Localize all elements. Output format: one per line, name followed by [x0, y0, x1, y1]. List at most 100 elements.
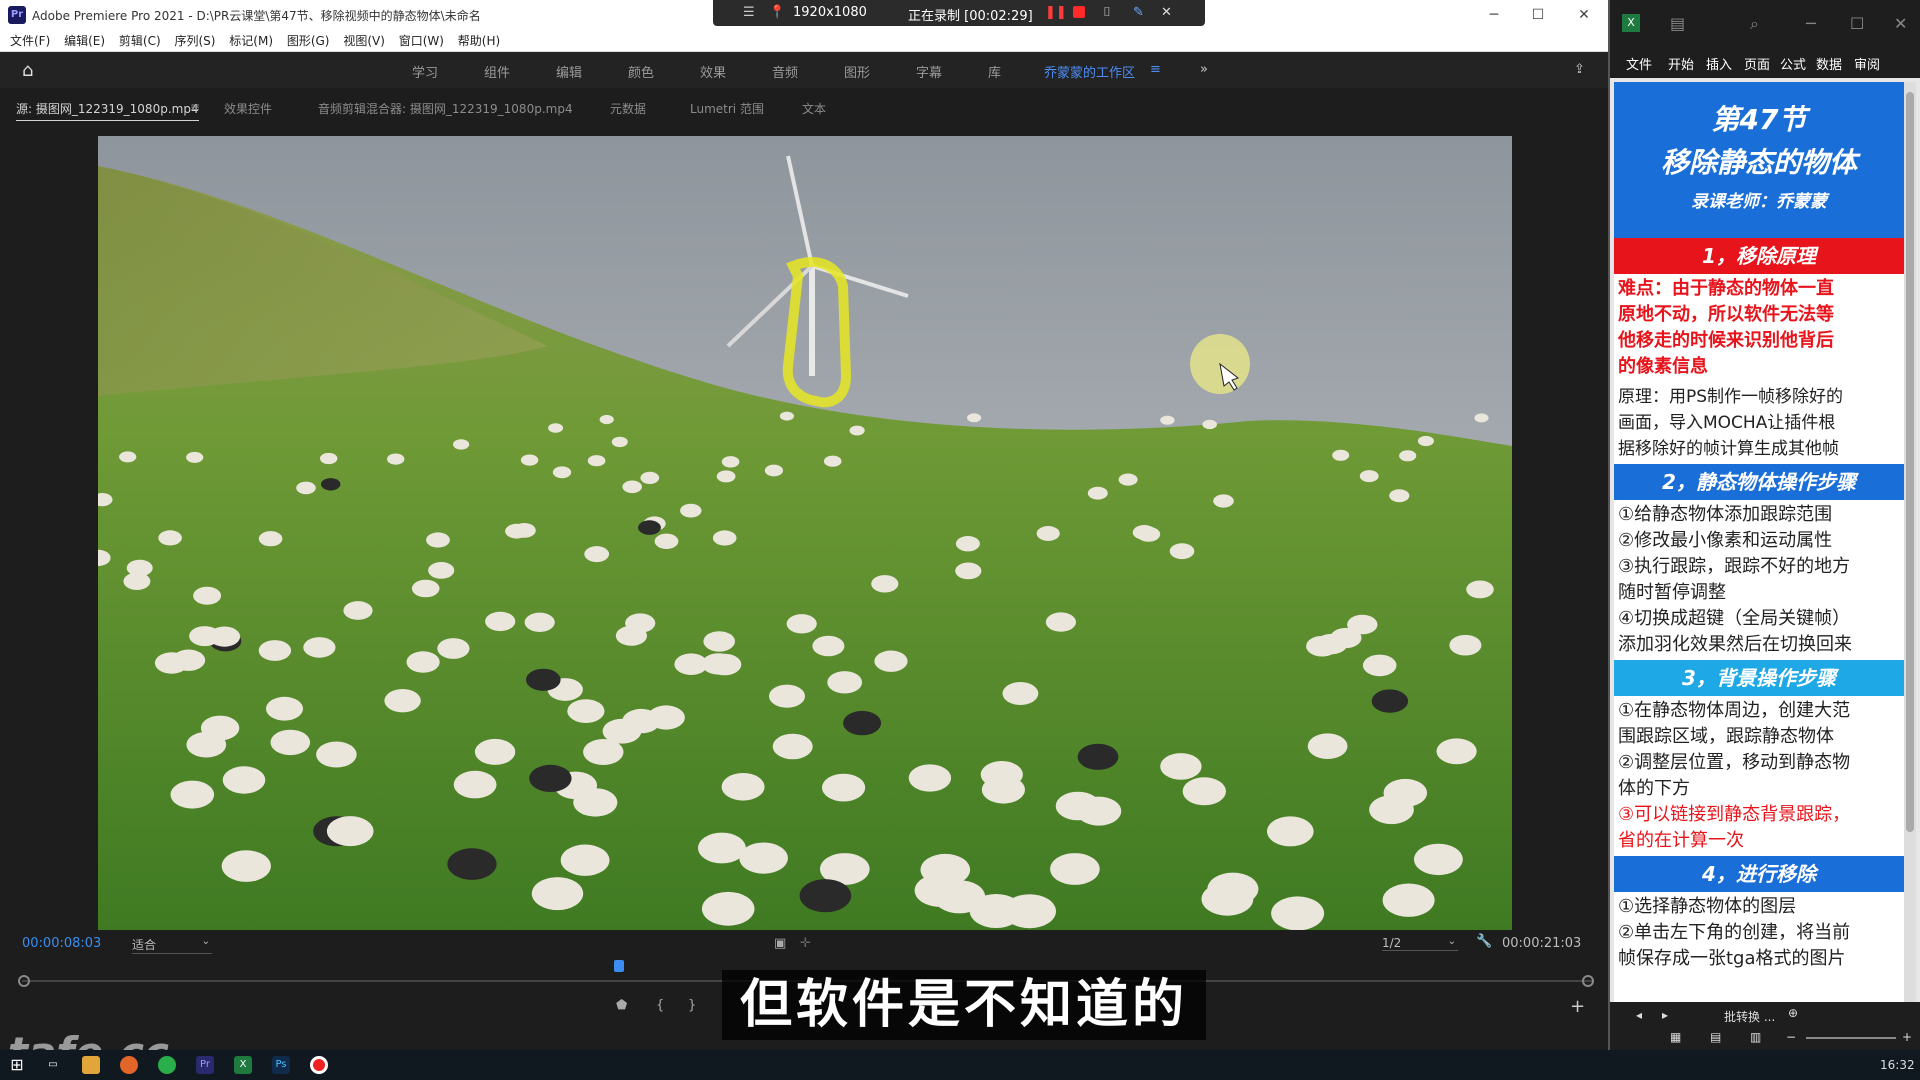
tab-effect-controls[interactable]: 效果控件	[224, 100, 272, 117]
pause-icon[interactable]: ❚❚	[1045, 5, 1067, 20]
ribbon-formula[interactable]: 公式	[1780, 54, 1806, 73]
move-icon[interactable]: ✛	[800, 936, 811, 951]
share-icon[interactable]: ⇪	[1574, 62, 1585, 77]
button-editor-icon[interactable]: +	[1570, 996, 1585, 1017]
recorder-pin-icon[interactable]: 📍	[769, 5, 785, 20]
add-marker-icon[interactable]: ⬟	[616, 998, 627, 1013]
save-icon[interactable]: ▤	[1670, 14, 1685, 33]
menu-view[interactable]: 视图(V)	[343, 30, 385, 52]
workspace-audio[interactable]: 音频	[772, 62, 798, 81]
scrollbar-thumb[interactable]	[1906, 92, 1914, 832]
maximize-icon[interactable]: ☐	[1850, 14, 1864, 33]
minimize-icon[interactable]: ─	[1806, 14, 1816, 33]
workspace-editing[interactable]: 编辑	[556, 62, 582, 81]
sheep	[1182, 777, 1227, 806]
safe-margins-icon[interactable]: ▣	[774, 936, 786, 951]
ribbon-page[interactable]: 页面	[1744, 54, 1770, 73]
resolution-dropdown[interactable]: 1/2 ⌄	[1382, 936, 1458, 951]
workspace-color[interactable]: 颜色	[628, 62, 654, 81]
sheep	[827, 671, 863, 694]
tab-audio-clip-mixer[interactable]: 音频剪辑混合器: 摄图网_122319_1080p.mp4	[318, 100, 573, 117]
workspace-custom[interactable]: 乔蒙蒙的工作区	[1044, 62, 1135, 81]
wechat-icon[interactable]	[158, 1056, 176, 1074]
ribbon-data[interactable]: 数据	[1816, 54, 1842, 73]
menu-help[interactable]: 帮助(H)	[458, 30, 500, 52]
mark-in-icon[interactable]: {	[656, 998, 664, 1013]
sheep	[764, 464, 784, 477]
menu-clip[interactable]: 剪辑(C)	[119, 30, 161, 52]
minimize-icon[interactable]: ─	[1480, 4, 1508, 26]
add-sheet-icon[interactable]: ⊕	[1788, 1006, 1798, 1020]
recorder-taskbar-icon[interactable]	[310, 1056, 328, 1074]
sheet-prev-icon[interactable]: ◂	[1636, 1008, 1642, 1022]
tab-lumetri-scopes[interactable]: Lumetri 范围	[690, 100, 764, 117]
fit-dropdown[interactable]: 适合 ⌄	[132, 936, 212, 954]
menu-window[interactable]: 窗口(W)	[399, 30, 444, 52]
zoom-in-icon[interactable]: +	[1902, 1030, 1912, 1044]
pen-icon[interactable]: ✎	[1133, 5, 1144, 20]
camera-icon[interactable]: ⌷	[1103, 5, 1111, 20]
recorder-menu-icon[interactable]: ☰	[743, 5, 755, 20]
current-timecode[interactable]: 00:00:08:03	[22, 936, 101, 951]
text-line: ②修改最小像素和运动属性	[1618, 530, 1833, 551]
workspace-learn[interactable]: 学习	[412, 62, 438, 81]
sheep	[611, 436, 628, 448]
lesson-number: 第47节	[1711, 103, 1807, 136]
workspace-graphics[interactable]: 图形	[844, 62, 870, 81]
normal-view-icon[interactable]: ▦	[1670, 1030, 1681, 1044]
recorder-close-icon[interactable]: ✕	[1161, 5, 1172, 20]
tab-source-menu-icon[interactable]: ≡	[190, 100, 200, 114]
sheet-tab[interactable]: 批转换 ...	[1724, 1008, 1775, 1025]
mark-out-icon[interactable]: }	[688, 998, 696, 1013]
menu-edit[interactable]: 编辑(E)	[64, 30, 105, 52]
program-monitor-video[interactable]	[98, 136, 1512, 930]
zoom-handle-left[interactable]	[18, 975, 30, 987]
system-clock: 16:32	[1880, 1058, 1915, 1072]
tab-metadata[interactable]: 元数据	[610, 100, 646, 117]
ribbon-review[interactable]: 审阅	[1854, 54, 1880, 73]
sheep	[384, 689, 421, 713]
firefox-icon[interactable]	[120, 1056, 138, 1074]
tab-text[interactable]: 文本	[802, 100, 826, 117]
ribbon-insert[interactable]: 插入	[1706, 54, 1732, 73]
close-icon[interactable]: ✕	[1894, 14, 1907, 33]
ribbon-home[interactable]: 开始	[1668, 54, 1694, 73]
workspace-assembly[interactable]: 组件	[484, 62, 510, 81]
zoom-handle-right[interactable]	[1582, 975, 1594, 987]
lesson-title: 移除静态的物体	[1660, 146, 1857, 179]
windows-start-icon[interactable]: ⊞	[8, 1056, 26, 1074]
page-layout-icon[interactable]: ▤	[1710, 1030, 1721, 1044]
tab-source[interactable]: 源: 摄图网_122319_1080p.mp4	[16, 100, 199, 121]
workspace-effects[interactable]: 效果	[700, 62, 726, 81]
excel-vertical-scrollbar[interactable]	[1904, 82, 1916, 1002]
excel-sheet[interactable]: 第47节 移除静态的物体 录课老师：乔蒙蒙 1，移除原理 难点：由于静态的物体一…	[1614, 82, 1904, 1002]
stop-icon[interactable]	[1073, 6, 1085, 18]
home-icon[interactable]: ⌂	[22, 60, 33, 81]
workspace-menu-icon[interactable]: ≡	[1150, 62, 1161, 77]
task-view-icon[interactable]: ▭	[44, 1056, 62, 1074]
page-break-icon[interactable]: ▥	[1750, 1030, 1761, 1044]
playhead[interactable]	[614, 960, 624, 972]
sheep	[406, 651, 440, 673]
wrench-icon[interactable]: 🔧	[1476, 934, 1492, 949]
menu-graphics[interactable]: 图形(G)	[287, 30, 330, 52]
premiere-taskbar-icon[interactable]: Pr	[196, 1056, 214, 1074]
more-workspaces-icon[interactable]: »	[1200, 62, 1208, 77]
file-explorer-icon[interactable]	[82, 1056, 100, 1074]
ribbon-file[interactable]: 文件	[1626, 54, 1652, 73]
menu-markers[interactable]: 标记(M)	[229, 30, 273, 52]
workspace-libraries[interactable]: 库	[988, 62, 1001, 81]
maximize-icon[interactable]: ☐	[1524, 4, 1552, 26]
workspace-captions[interactable]: 字幕	[916, 62, 942, 81]
search-icon[interactable]: ⌕	[1750, 14, 1759, 34]
excel-taskbar-icon[interactable]: X	[234, 1056, 252, 1074]
menu-file[interactable]: 文件(F)	[10, 30, 50, 52]
sheet-next-icon[interactable]: ▸	[1662, 1008, 1668, 1022]
sheep	[599, 414, 614, 425]
zoom-slider[interactable]	[1806, 1037, 1896, 1039]
zoom-out-icon[interactable]: −	[1786, 1030, 1796, 1044]
panel-tab-bar: 源: 摄图网_122319_1080p.mp4 ≡ 效果控件 音频剪辑混合器: …	[0, 88, 1608, 130]
close-icon[interactable]: ✕	[1570, 4, 1598, 26]
photoshop-taskbar-icon[interactable]: Ps	[272, 1056, 290, 1074]
menu-sequence[interactable]: 序列(S)	[174, 30, 215, 52]
